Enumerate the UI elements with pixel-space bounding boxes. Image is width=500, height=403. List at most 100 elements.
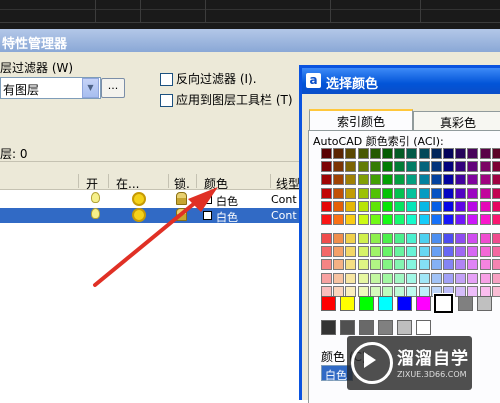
- std-color-red[interactable]: [321, 296, 336, 311]
- aci-color-cell[interactable]: [333, 148, 345, 159]
- aci-color-cell[interactable]: [333, 246, 345, 258]
- aci-color-cell[interactable]: [479, 200, 491, 212]
- aci-color-cell[interactable]: [394, 233, 406, 244]
- aci-color-cell[interactable]: [357, 148, 369, 159]
- aci-color-cell[interactable]: [479, 272, 491, 284]
- aci-color-cell[interactable]: [467, 233, 479, 244]
- layer-color-name[interactable]: 白色: [216, 209, 238, 225]
- aci-color-cell[interactable]: [491, 285, 500, 297]
- aci-color-cell[interactable]: [479, 161, 491, 173]
- aci-color-cell[interactable]: [467, 259, 479, 271]
- aci-color-cell[interactable]: [394, 187, 406, 199]
- aci-color-cell[interactable]: [467, 161, 479, 173]
- std-color-yellow[interactable]: [340, 296, 355, 311]
- aci-color-cell[interactable]: [455, 246, 467, 258]
- column-header-color[interactable]: 颜色: [204, 175, 228, 192]
- aci-color-cell[interactable]: [369, 200, 381, 212]
- aci-color-cell[interactable]: [333, 174, 345, 186]
- aci-color-cell[interactable]: [491, 174, 500, 186]
- aci-color-cell[interactable]: [382, 246, 393, 258]
- aci-color-cell[interactable]: [467, 174, 479, 186]
- aci-color-cell[interactable]: [455, 259, 467, 271]
- aci-color-cell[interactable]: [357, 259, 369, 271]
- color-swatch[interactable]: [203, 211, 212, 220]
- aci-color-cell[interactable]: [394, 174, 406, 186]
- aci-color-cell[interactable]: [467, 246, 479, 258]
- aci-color-cell[interactable]: [406, 246, 418, 258]
- aci-color-cell[interactable]: [394, 200, 406, 212]
- aci-color-cell[interactable]: [357, 200, 369, 212]
- std-color-cyan[interactable]: [378, 296, 393, 311]
- lock-icon[interactable]: [176, 208, 187, 221]
- aci-color-cell[interactable]: [345, 174, 357, 186]
- filter-browse-button[interactable]: ...: [101, 78, 125, 98]
- aci-color-cell[interactable]: [455, 214, 467, 225]
- aci-color-cell[interactable]: [455, 161, 467, 173]
- column-header-on[interactable]: 开: [86, 175, 98, 192]
- column-header-freeze[interactable]: 在...: [116, 175, 139, 192]
- std-color-green[interactable]: [359, 296, 374, 311]
- aci-color-cell[interactable]: [418, 233, 430, 244]
- aci-color-cell[interactable]: [443, 200, 454, 212]
- aci-color-cell[interactable]: [491, 246, 500, 258]
- layer-color-name[interactable]: 白色: [216, 193, 238, 209]
- tab-true-color[interactable]: 真彩色: [413, 111, 500, 131]
- aci-color-cell[interactable]: [369, 246, 381, 258]
- aci-color-cell[interactable]: [443, 174, 454, 186]
- gray-swatch[interactable]: [416, 320, 431, 335]
- gray-swatch[interactable]: [321, 320, 336, 335]
- aci-color-cell[interactable]: [369, 259, 381, 271]
- aci-color-cell[interactable]: [430, 272, 442, 284]
- aci-color-cell[interactable]: [333, 272, 345, 284]
- aci-color-cell[interactable]: [418, 187, 430, 199]
- aci-color-cell[interactable]: [418, 214, 430, 225]
- aci-color-cell[interactable]: [345, 233, 357, 244]
- aci-color-cell[interactable]: [455, 272, 467, 284]
- aci-color-cell[interactable]: [430, 174, 442, 186]
- aci-color-cell[interactable]: [467, 187, 479, 199]
- aci-color-cell[interactable]: [491, 272, 500, 284]
- aci-color-cell[interactable]: [430, 233, 442, 244]
- aci-color-cell[interactable]: [382, 148, 393, 159]
- aci-color-cell[interactable]: [321, 200, 332, 212]
- aci-color-cell[interactable]: [467, 148, 479, 159]
- gray-swatch[interactable]: [378, 320, 393, 335]
- aci-color-cell[interactable]: [345, 259, 357, 271]
- column-header-linetype[interactable]: 线型: [276, 175, 300, 192]
- aci-color-cell[interactable]: [430, 161, 442, 173]
- aci-color-cell[interactable]: [455, 148, 467, 159]
- aci-color-cell[interactable]: [455, 187, 467, 199]
- std-color-gray[interactable]: [458, 296, 473, 311]
- gray-swatch[interactable]: [340, 320, 355, 335]
- aci-color-cell[interactable]: [369, 233, 381, 244]
- aci-color-cell[interactable]: [406, 174, 418, 186]
- aci-color-cell[interactable]: [406, 187, 418, 199]
- aci-color-cell[interactable]: [345, 187, 357, 199]
- aci-color-cell[interactable]: [394, 272, 406, 284]
- aci-color-cell[interactable]: [321, 233, 332, 244]
- aci-color-cell[interactable]: [418, 148, 430, 159]
- std-color-light-gray[interactable]: [477, 296, 492, 311]
- aci-color-cell[interactable]: [357, 161, 369, 173]
- aci-color-cell[interactable]: [382, 174, 393, 186]
- aci-color-cell[interactable]: [406, 259, 418, 271]
- aci-color-cell[interactable]: [345, 161, 357, 173]
- aci-color-cell[interactable]: [443, 272, 454, 284]
- aci-color-cell[interactable]: [418, 174, 430, 186]
- aci-color-cell[interactable]: [345, 200, 357, 212]
- aci-color-cell[interactable]: [491, 161, 500, 173]
- aci-color-cell[interactable]: [321, 174, 332, 186]
- gray-swatch[interactable]: [359, 320, 374, 335]
- layer-linetype[interactable]: Cont: [271, 209, 297, 222]
- sun-icon[interactable]: [132, 208, 146, 222]
- aci-color-cell[interactable]: [443, 233, 454, 244]
- aci-color-cell[interactable]: [321, 161, 332, 173]
- aci-color-cell[interactable]: [406, 200, 418, 212]
- aci-color-cell[interactable]: [443, 214, 454, 225]
- aci-color-cell[interactable]: [382, 272, 393, 284]
- aci-color-cell[interactable]: [406, 161, 418, 173]
- aci-color-cell[interactable]: [333, 259, 345, 271]
- layer-linetype[interactable]: Cont: [271, 193, 297, 206]
- aci-color-cell[interactable]: [479, 259, 491, 271]
- aci-color-cell[interactable]: [321, 272, 332, 284]
